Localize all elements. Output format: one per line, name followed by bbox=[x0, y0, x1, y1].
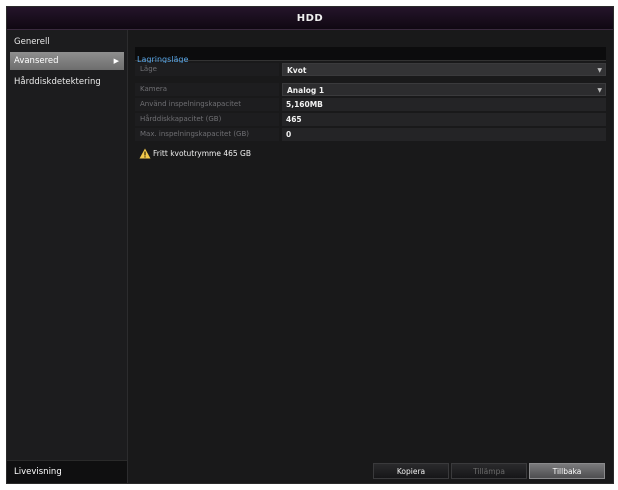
mode-value: Kvot bbox=[287, 66, 307, 75]
live-view-label: Livevisning bbox=[14, 467, 62, 477]
sidebar-item-label: Avansered bbox=[14, 56, 59, 66]
hdd-capacity-label: Hårddiskkapacitet (GB) bbox=[135, 113, 279, 126]
free-quota-note: Fritt kvotutrymme 465 GB bbox=[135, 147, 606, 161]
max-capacity-row: Max. inspelningskapacitet (GB) 0 bbox=[135, 128, 606, 141]
free-quota-text: Fritt kvotutrymme 465 GB bbox=[153, 149, 251, 158]
chevron-down-icon: ▼ bbox=[597, 87, 602, 94]
used-capacity-value: 5,160MB bbox=[282, 98, 606, 111]
sidebar-item-label: Hårddiskdetektering bbox=[14, 77, 101, 87]
max-capacity-input[interactable]: 0 bbox=[282, 128, 606, 141]
mode-select[interactable]: Kvot ▼ bbox=[282, 63, 606, 76]
section-header: Lagringsläge bbox=[135, 47, 606, 64]
sidebar-item-general[interactable]: Generell bbox=[7, 33, 127, 51]
sidebar-item-advanced[interactable]: Avansered ▶ bbox=[10, 52, 124, 70]
sidebar-item-label: Generell bbox=[14, 37, 50, 47]
warning-icon bbox=[139, 148, 151, 159]
live-view-button[interactable]: Livevisning bbox=[7, 460, 127, 483]
camera-row: Kamera Analog 1 ▼ bbox=[135, 83, 606, 96]
window-title: HDD bbox=[296, 12, 324, 24]
mode-label: Läge bbox=[135, 63, 279, 76]
camera-select[interactable]: Analog 1 ▼ bbox=[282, 83, 606, 96]
button-bar: Kopiera Tillämpa Tillbaka bbox=[373, 463, 605, 479]
hdd-capacity-row: Hårddiskkapacitet (GB) 465 bbox=[135, 113, 606, 126]
used-capacity-row: Använd inspelningskapacitet 5,160MB bbox=[135, 98, 606, 111]
copy-button[interactable]: Kopiera bbox=[373, 463, 449, 479]
back-button[interactable]: Tillbaka bbox=[529, 463, 605, 479]
used-capacity-label: Använd inspelningskapacitet bbox=[135, 98, 279, 111]
camera-value: Analog 1 bbox=[287, 86, 325, 95]
camera-label: Kamera bbox=[135, 83, 279, 96]
apply-button[interactable]: Tillämpa bbox=[451, 463, 527, 479]
sidebar-item-hdd-detection[interactable]: Hårddiskdetektering bbox=[7, 73, 127, 91]
hdd-capacity-value: 465 bbox=[282, 113, 606, 126]
main-panel: Lagringsläge Läge Kvot ▼ Kamera Analog 1… bbox=[128, 30, 613, 483]
storage-form: Läge Kvot ▼ Kamera Analog 1 ▼ Använd ins… bbox=[135, 63, 606, 161]
app-window: HDD Generell Avansered ▶ Hårddiskdetekte… bbox=[6, 6, 614, 484]
chevron-right-icon: ▶ bbox=[113, 57, 119, 65]
title-bar: HDD bbox=[7, 7, 613, 30]
chevron-down-icon: ▼ bbox=[597, 67, 602, 74]
sidebar: Generell Avansered ▶ Hårddiskdetektering… bbox=[7, 30, 128, 483]
mode-row: Läge Kvot ▼ bbox=[135, 63, 606, 76]
max-capacity-label: Max. inspelningskapacitet (GB) bbox=[135, 128, 279, 141]
